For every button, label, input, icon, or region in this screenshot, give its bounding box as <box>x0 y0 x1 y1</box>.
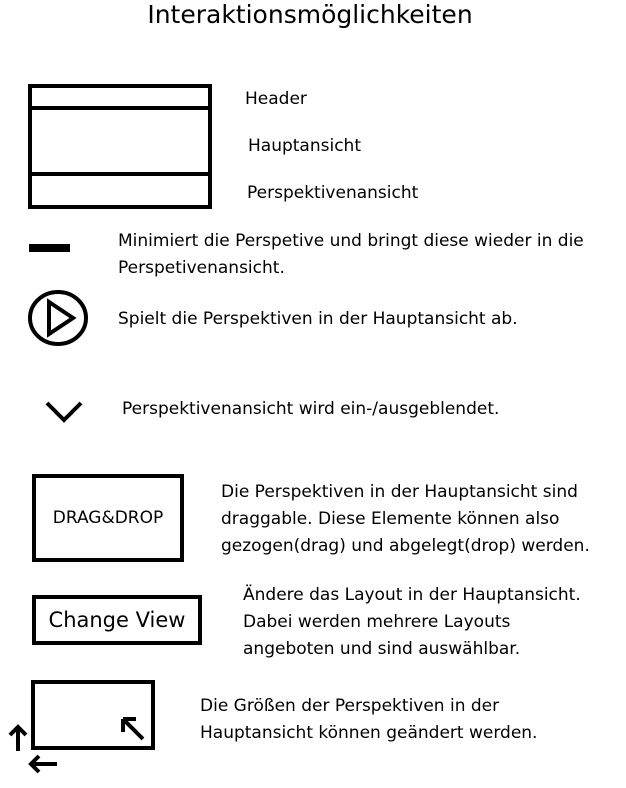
change-view-description-line1: Ändere das Layout in der Hauptansicht. <box>243 585 581 605</box>
change-view-button[interactable]: Change View <box>32 595 202 645</box>
minimize-description-line2: Perspetivenansicht. <box>118 258 285 278</box>
minimize-description-line1: Minimiert die Perspetive und bringt dies… <box>118 231 584 251</box>
play-description: Spielt die Perspektiven in der Hauptansi… <box>118 309 518 329</box>
perspective-view-label: Perspektivenansicht <box>247 183 419 203</box>
dragdrop-description-line3: gezogen(drag) und abgelegt(drop) werden. <box>221 536 590 556</box>
main-view-label: Hauptansicht <box>248 136 361 156</box>
perspective-region <box>32 172 208 176</box>
dragdrop-description-line1: Die Perspektiven in der Hauptansicht sin… <box>221 482 578 502</box>
change-view-description-line3: angeboten und sind auswählbar. <box>243 639 521 659</box>
dragdrop-description-line2: draggable. Diese Elemente können also <box>221 509 560 529</box>
header-region <box>32 88 208 110</box>
toggle-description: Perspektivenansicht wird ein-/ausgeblend… <box>122 399 500 419</box>
dragdrop-button-label: DRAG&DROP <box>52 508 164 528</box>
resize-description-line1: Die Größen der Perspektiven in der <box>200 696 500 716</box>
resize-arrow-icon[interactable] <box>118 714 148 744</box>
page-title: Interaktionsmöglichkeiten <box>147 0 473 29</box>
header-label: Header <box>245 89 307 109</box>
change-view-button-label: Change View <box>48 608 186 632</box>
play-icon[interactable] <box>26 289 90 347</box>
arrow-left-icon[interactable] <box>25 753 59 775</box>
change-view-description-line2: Dabei werden mehrere Layouts <box>243 612 511 632</box>
chevron-down-icon[interactable] <box>44 398 84 424</box>
minimize-icon[interactable] <box>29 244 70 252</box>
resize-description-line2: Hauptansicht können geändert werden. <box>200 723 538 743</box>
layout-schematic <box>28 84 212 209</box>
arrow-up-icon[interactable] <box>7 723 29 753</box>
dragdrop-button[interactable]: DRAG&DROP <box>32 474 184 562</box>
